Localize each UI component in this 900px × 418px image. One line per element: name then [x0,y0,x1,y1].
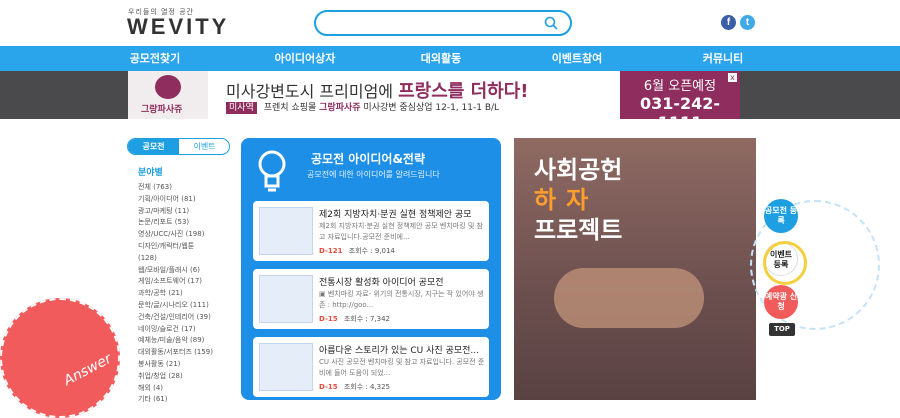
idea-card-title[interactable]: 제2회 지방자치·분권 실현 정책제안 공모 [319,207,485,220]
category-item[interactable]: 웹/모바일/플래시 (6) [138,265,233,277]
idea-card-desc: ▣ 벤치마킹 자료- 위기의 전통시장, 지구는 작 있어야 생존 : http… [319,290,484,309]
category-list: 전체 (763) 기획/아이디어 (81) 광고/마케팅 (11) 논문/리포트… [138,182,233,406]
ad-brand: 그랑파사쥬 [141,105,183,115]
ad-station-tag: 미사역 [226,102,257,114]
lightbulb-icon [258,150,286,192]
idea-card-title[interactable]: 아름다운 스토리가 있는 CU 사진 공모전... [319,343,485,356]
category-item[interactable]: 예체능/미술/음악 (89) [138,335,233,347]
category-sidebar: 공모전 이벤트 분야별 전체 (763) 기획/아이디어 (81) 광고/마케팅… [127,138,231,403]
nav-idea-box[interactable]: 아이디어상자 [250,46,360,71]
scroll-top-button[interactable]: TOP [769,323,795,336]
category-item[interactable]: 건축/건설/인테리어 (39) [138,312,233,324]
category-item[interactable]: 과학/공학 (21) [138,288,233,300]
category-item[interactable]: (128) [138,253,233,265]
ad-close-icon[interactable]: x [728,73,737,82]
category-item[interactable]: 대외활동/서포터즈 (159) [138,347,233,359]
dday-badge: D-121 [319,247,343,255]
view-count: 조회수 : 4,325 [343,383,390,391]
register-event-button[interactable]: 이벤트 등록 [763,241,807,285]
ad-address: 미사강변 중심상업 12-1, 11-1 B/L [363,103,500,113]
idea-card-meta: D-15 조회수 : 4,325 [319,382,390,392]
search-input[interactable] [328,15,538,31]
idea-panel-subtitle: 공모전에 대한 아이디어를 알려드립니다 [307,170,440,179]
ad-phone: 031-242-1111 [639,94,721,119]
view-count: 조회수 : 7,342 [343,315,390,323]
ad-logo: 그랑파사쥬 [128,71,208,119]
facebook-icon[interactable]: f [721,15,736,30]
header: 우리들의 열정 공간 WEVITY f t [0,0,900,46]
idea-thumbnail[interactable] [259,275,313,323]
category-item[interactable]: 광고/마케팅 (11) [138,206,233,218]
nav-community[interactable]: 커뮤니티 [668,46,778,71]
ad-subline-brand: 그랑파사쥬 [319,103,361,113]
tab-contest[interactable]: 공모전 [128,139,179,154]
featured-poster[interactable]: 사회공헌 하자 프로젝트 [514,138,756,400]
ad-open-date: 6월 오픈예정 [643,79,717,94]
idea-panel-title[interactable]: 공모전 아이디어&전략 [311,150,425,167]
category-item[interactable]: 취업/창업 (28) [138,371,233,383]
tab-event[interactable]: 이벤트 [179,139,229,154]
idea-thumbnail[interactable] [259,343,313,391]
ad-banner[interactable]: 그랑파사쥬 미사강변도시 프리미엄에 프랑스를 더하다! 미사역 프렌치 쇼핑몰… [128,71,740,119]
nav-events[interactable]: 이벤트참여 [522,46,632,71]
search-icon[interactable] [544,16,558,30]
main-nav: 공모전찾기 아이디어상자 대외활동 이벤트참여 커뮤니티 [0,46,900,71]
category-item[interactable]: 디자인/캐릭터/웹툰 [138,241,233,253]
category-item[interactable]: 영상/UCC/사진 (198) [138,229,233,241]
idea-strategy-panel: 공모전 아이디어&전략 공모전에 대한 아이디어를 알려드립니다 제2회 지방자… [241,138,501,400]
poster-image [554,268,704,328]
category-item[interactable]: 해외 (4) [138,383,233,395]
idea-card-desc: 제2회 지방자치·분권 실현 정책제안 공모 벤치마킹 및 참고 자료입니다.공… [319,222,483,241]
dday-badge: D-15 [319,383,338,391]
twitter-icon[interactable]: t [740,15,755,30]
dday-badge: D-15 [319,315,338,323]
idea-thumbnail[interactable] [259,207,313,255]
category-item[interactable]: 기타 (61) [138,394,233,406]
view-count: 조회수 : 9,014 [348,247,395,255]
ad-seal-icon [155,75,181,99]
sidebar-tabs: 공모전 이벤트 [127,138,230,155]
ad-headline-emphasis: 프랑스를 더하다! [398,81,529,102]
ad-banner-strip: 그랑파사쥬 미사강변도시 프리미엄에 프랑스를 더하다! 미사역 프렌치 쇼핑몰… [0,71,900,119]
ad-subline: 미사역 프렌치 쇼핑몰 그랑파사쥬 미사강변 중심상업 12-1, 11-1 B… [226,100,500,114]
idea-card-title[interactable]: 전통시장 활성화 아이디어 공모전 [319,275,485,288]
idea-card-desc: CU 사진 공모전 벤치마킹 및 참고 자료입니다. 공모전 준비에 들어 도움… [319,358,485,377]
category-item[interactable]: 네이밍/슬로건 (17) [138,324,233,336]
category-item[interactable]: 게임/소프트웨어 (17) [138,276,233,288]
nav-external-activities[interactable]: 대외활동 [386,46,496,71]
category-item[interactable]: 봉사활동 (21) [138,359,233,371]
category-item[interactable]: 논문/리포트 (53) [138,217,233,229]
category-item[interactable]: 문학/글/시나리오 (111) [138,300,233,312]
search-box[interactable] [314,10,572,36]
idea-card-meta: D-15 조회수 : 7,342 [319,314,390,324]
ad-headline-text: 미사강변도시 프리미엄에 [226,82,394,101]
category-title: 분야별 [138,168,163,178]
idea-card[interactable]: 아름다운 스토리가 있는 CU 사진 공모전... CU 사진 공모전 벤치마킹… [253,337,489,397]
category-item[interactable]: 기획/아이디어 (81) [138,194,233,206]
nav-contest-search[interactable]: 공모전찾기 [100,46,210,71]
wevity-logo[interactable]: WEVITY [127,14,229,40]
idea-card-meta: D-121 조회수 : 9,014 [319,246,395,256]
idea-card[interactable]: 전통시장 활성화 아이디어 공모전 ▣ 벤치마킹 자료- 위기의 전통시장, 지… [253,269,489,329]
answer-decoration: Answer [0,298,120,418]
ad-subline-text: 프렌치 쇼핑몰 [263,103,317,113]
poster-title-line3: 프로젝트 [534,216,623,244]
idea-card[interactable]: 제2회 지방자치·분권 실현 정책제안 공모 제2회 지방자치·분권 실현 정책… [253,201,489,261]
category-item[interactable]: 전체 (763) [138,182,233,194]
register-contest-button[interactable]: 공모전 등록 [764,199,798,233]
ad-request-button[interactable]: 예약광 신청 [764,285,798,319]
ad-contact-box: 6월 오픈예정 031-242-1111 x [620,71,740,119]
